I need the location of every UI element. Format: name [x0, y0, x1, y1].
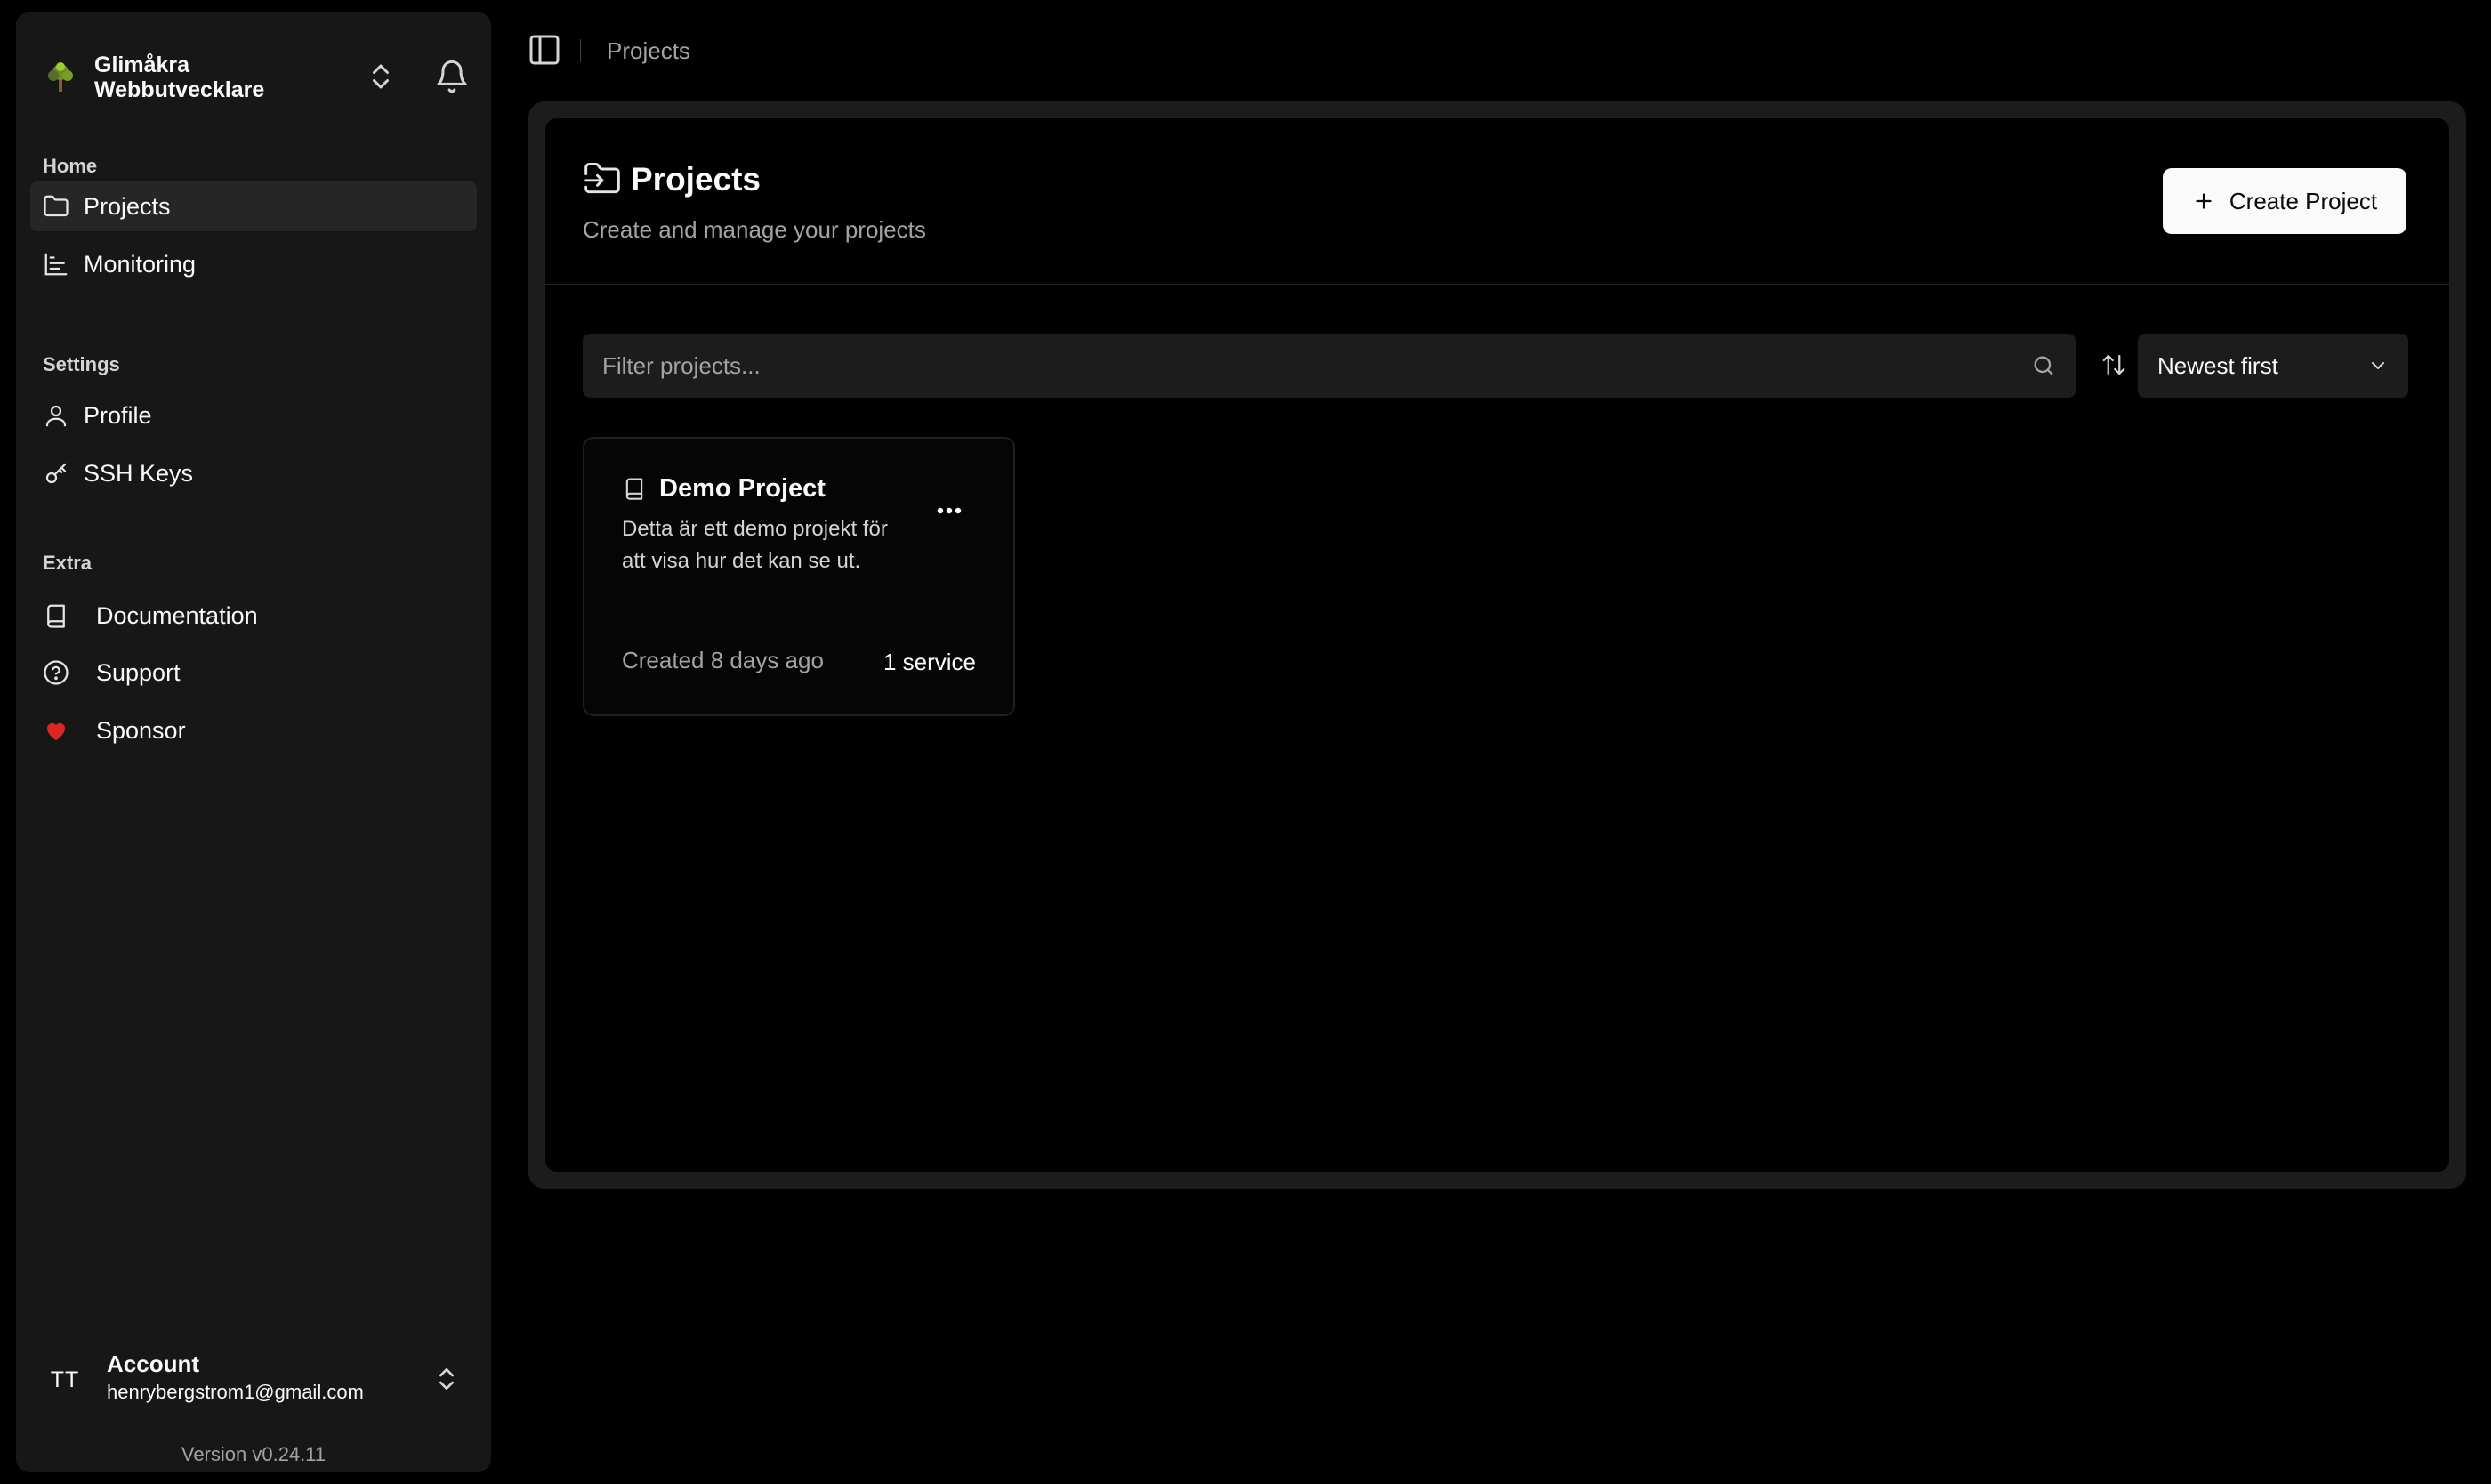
sidebar-item-label: Support — [96, 658, 181, 686]
folder-icon — [44, 195, 69, 217]
filter-box — [583, 334, 2076, 398]
search-icon — [2034, 356, 2053, 375]
create-project-button[interactable]: Create Project — [2163, 168, 2406, 234]
sort-arrows-icon[interactable] — [2100, 351, 2127, 378]
sidebar-item-documentation[interactable]: Documentation — [30, 591, 477, 641]
sort-selected-value: Newest first — [2157, 351, 2278, 379]
projects-panel: Projects Create and manage your projects… — [544, 117, 2450, 1173]
nav-group-extra: Extra — [43, 552, 93, 574]
filter-projects-input[interactable] — [583, 334, 2076, 398]
sidebar-item-projects[interactable]: Projects — [30, 181, 477, 231]
sidebar-item-support[interactable]: Support — [30, 648, 477, 698]
avatar: TT — [50, 1367, 80, 1392]
sidebar-item-sponsor[interactable]: Sponsor — [30, 706, 477, 755]
tree-logo-icon — [48, 62, 73, 92]
nav-group-home: Home — [43, 155, 98, 177]
account-email: henrybergstrom1@gmail.com — [107, 1381, 364, 1403]
folder-input-icon — [584, 163, 620, 194]
sidebar-item-label: Sponsor — [96, 716, 186, 744]
account-switcher[interactable]: TT Account henrybergstrom1@gmail.com — [43, 1349, 470, 1411]
sidebar-item-label: Monitoring — [84, 250, 197, 278]
sidebar-item-label: Documentation — [96, 601, 258, 629]
book-icon — [625, 478, 643, 500]
chevrons-up-down-icon[interactable] — [432, 1365, 461, 1393]
project-created: Created 8 days ago — [622, 647, 824, 673]
topbar-divider — [580, 39, 581, 62]
plus-icon — [2196, 193, 2212, 209]
page-subtitle: Create and manage your projects — [583, 216, 926, 243]
sidebar-item-label: SSH Keys — [84, 459, 194, 487]
account-label: Account — [107, 1351, 199, 1377]
project-name[interactable]: Demo Project — [659, 474, 826, 504]
more-horizontal-icon[interactable] — [930, 497, 969, 524]
user-icon — [45, 405, 67, 427]
nav-group-settings: Settings — [43, 353, 120, 375]
create-project-label: Create Project — [2229, 187, 2378, 214]
chevrons-up-down-icon[interactable] — [365, 60, 397, 93]
page-title: Projects — [631, 161, 762, 198]
help-circle-icon — [44, 660, 69, 685]
sidebar-item-label: Profile — [84, 401, 152, 429]
version-label: Version v0.24.11 — [181, 1443, 326, 1465]
sidebar-item-ssh-keys[interactable]: SSH Keys — [30, 448, 477, 498]
bell-icon[interactable] — [434, 59, 470, 94]
book-icon — [47, 604, 65, 628]
chevron-down-icon — [2372, 362, 2384, 369]
sidebar-item-monitoring[interactable]: Monitoring — [30, 239, 477, 289]
org-switcher[interactable]: Glimåkra Webbutvecklare — [43, 41, 467, 114]
sort-select[interactable]: Newest first — [2138, 334, 2408, 398]
key-icon — [45, 463, 67, 484]
project-service-count: 1 service — [883, 649, 976, 675]
breadcrumb[interactable]: Projects — [607, 37, 690, 65]
main-content: Projects Create and manage your projects… — [528, 101, 2466, 1189]
sidebar-item-profile[interactable]: Profile — [30, 391, 477, 440]
sidebar-toggle-icon[interactable] — [527, 32, 562, 68]
project-card[interactable]: Demo Project Detta är ett demo projekt f… — [583, 437, 1015, 716]
header-divider — [545, 284, 2449, 285]
heart-icon — [47, 722, 65, 741]
project-description: Detta är ett demo projekt för att visa h… — [622, 517, 888, 573]
monitoring-icon — [44, 253, 68, 276]
sidebar: Glimåkra Webbutvecklare Home Projects Mo… — [16, 12, 491, 1472]
sidebar-item-label: Projects — [84, 192, 171, 220]
org-name: Glimåkra Webbutvecklare — [94, 52, 265, 102]
